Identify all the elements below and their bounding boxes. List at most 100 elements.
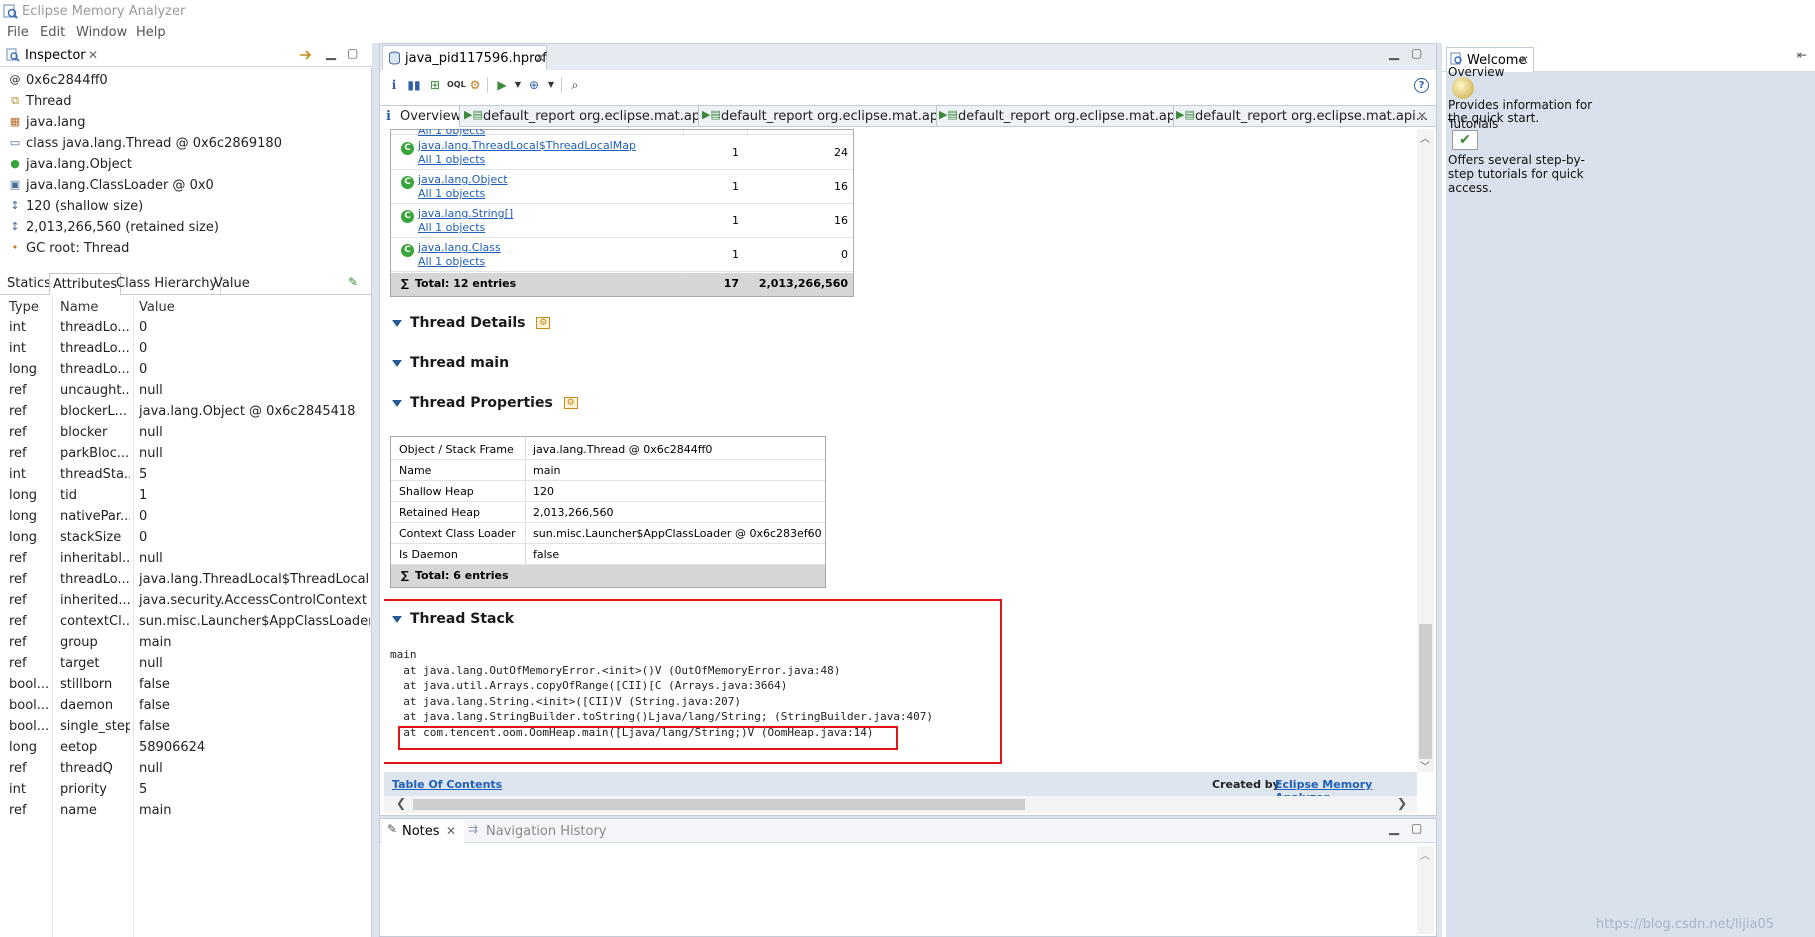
table-row[interactable]: C java.lang.Class All 1 objects 1 0 <box>391 238 853 272</box>
details-icon[interactable]: ⚙ <box>563 397 578 409</box>
dominator-tree-icon[interactable]: ⊞ <box>427 77 443 93</box>
report-vertical-scrollbar[interactable]: ︿ ﹀ <box>1417 129 1434 773</box>
chevron-down-icon[interactable]: ﹀ <box>1420 758 1430 773</box>
pin-icon[interactable]: ✎ <box>348 275 358 289</box>
oql-icon[interactable]: OQL <box>447 77 466 93</box>
run-report-icon[interactable]: ▶ <box>494 77 510 93</box>
report-tab-3[interactable]: ▶▤ default_report org.eclipse.mat.api... <box>937 106 1174 127</box>
maximize-icon[interactable]: ▢ <box>1411 46 1422 60</box>
close-icon[interactable]: ✕ <box>1519 53 1529 67</box>
inspector-package-row[interactable]: ▦ java.lang <box>8 112 86 132</box>
report-tab-1[interactable]: ▶▤ default_report org.eclipse.mat.api... <box>462 106 699 127</box>
table-row[interactable]: long threadLo... 0 <box>0 359 372 380</box>
tutorials-icon[interactable]: ✔ <box>1452 130 1478 150</box>
table-row[interactable]: int priority 5 <box>0 779 372 800</box>
overview-icon[interactable]: i <box>386 77 402 93</box>
query-browser-icon[interactable]: ⊕ <box>526 77 542 93</box>
table-row[interactable]: Retained Heap 2,013,266,560 <box>391 502 825 523</box>
table-row[interactable]: ref blocker null <box>0 422 372 443</box>
chevron-right-icon[interactable]: ❯ <box>1397 796 1407 810</box>
col-type[interactable]: Type <box>9 300 39 315</box>
thread-overview-icon[interactable]: ⚙ <box>467 77 483 93</box>
inspector-classloader-row[interactable]: ▣ java.lang.ClassLoader @ 0x0 <box>8 175 214 195</box>
welcome-item-title[interactable]: Overview <box>1448 65 1505 79</box>
menu-help[interactable]: Help <box>136 25 166 40</box>
tab-navigation-history[interactable]: Navigation History <box>486 824 607 839</box>
close-icon[interactable]: ✕ <box>1417 109 1427 123</box>
menu-file[interactable]: File <box>7 25 29 40</box>
inspector-thread-row[interactable]: ⧉ Thread <box>8 91 71 111</box>
table-row[interactable]: int threadLo... 0 <box>0 317 372 338</box>
tab-attributes[interactable]: Attributes <box>49 273 122 295</box>
table-row[interactable]: int threadLo... 0 <box>0 338 372 359</box>
table-row[interactable]: long nativePar... 0 <box>0 506 372 527</box>
minimize-icon[interactable]: ▁ <box>1389 821 1399 836</box>
inspector-tab-label[interactable]: Inspector <box>25 48 86 63</box>
table-row[interactable]: Name main <box>391 460 825 481</box>
table-row[interactable]: Is Daemon false <box>391 544 825 565</box>
col-name[interactable]: Name <box>60 300 98 315</box>
histogram-icon[interactable]: ▮▮ <box>406 77 422 93</box>
notes-text-area[interactable] <box>384 846 1415 934</box>
table-row[interactable]: Shallow Heap 120 <box>391 481 825 502</box>
editor-tab-hprof[interactable]: java_pid117596.hprof ✕ <box>382 45 547 70</box>
table-row[interactable]: ref parkBloc... null <box>0 443 372 464</box>
chevron-left-icon[interactable]: ❮ <box>396 796 406 810</box>
table-row[interactable]: long tid 1 <box>0 485 372 506</box>
tab-value[interactable]: Value <box>211 273 253 295</box>
table-row[interactable]: bool... single_step false <box>0 716 372 737</box>
search-icon[interactable]: ⌕ <box>567 77 583 93</box>
table-row[interactable]: ref uncaught... null <box>0 380 372 401</box>
close-icon[interactable]: ✕ <box>535 51 545 65</box>
table-row[interactable]: C java.lang.String[] All 1 objects 1 16 <box>391 204 853 238</box>
menu-window[interactable]: Window <box>76 25 127 40</box>
table-row[interactable]: ref contextCl... sun.misc.Launcher$AppClas… <box>0 611 372 632</box>
tab-statics[interactable]: Statics <box>4 273 55 295</box>
table-row[interactable]: ref target null <box>0 653 372 674</box>
maximize-icon[interactable]: ▢ <box>347 46 358 60</box>
chevron-down-icon[interactable]: ▼ <box>510 77 526 93</box>
inspector-address-row[interactable]: @0x6c2844ff0 <box>8 70 108 90</box>
link-with-editor-icon[interactable] <box>298 48 313 62</box>
table-row[interactable]: Object / Stack Frame java.lang.Thread @ 0… <box>391 439 825 460</box>
overview-bulb-icon[interactable] <box>1452 77 1474 99</box>
col-value[interactable]: Value <box>139 300 175 315</box>
welcome-item-title[interactable]: Tutorials <box>1448 117 1498 131</box>
report-tab-overview[interactable]: i Overview <box>380 106 460 127</box>
chevron-up-icon[interactable]: ︿ <box>1420 130 1430 145</box>
tab-class-hierarchy[interactable]: Class Hierarchy <box>113 273 222 295</box>
section-thread-properties[interactable]: Thread Properties ⚙ <box>392 395 578 411</box>
restore-icon[interactable]: ⇤ <box>1797 48 1807 62</box>
help-icon[interactable]: ? <box>1414 78 1429 93</box>
table-row[interactable]: Context Class Loader sun.misc.Launcher$Ap… <box>391 523 825 544</box>
table-row[interactable]: bool... daemon false <box>0 695 372 716</box>
scrollbar-thumb[interactable] <box>1419 624 1432 759</box>
table-row[interactable]: ref group main <box>0 632 372 653</box>
table-row[interactable]: long eetop 58906624 <box>0 737 372 758</box>
notes-scrollbar[interactable]: ︿ <box>1417 846 1434 934</box>
table-row[interactable]: ref blockerL... java.lang.Object @ 0x6c284… <box>0 401 372 422</box>
table-row[interactable]: long stackSize 0 <box>0 527 372 548</box>
chevron-up-icon[interactable]: ︿ <box>1420 847 1430 862</box>
table-row[interactable]: ref threadQ null <box>0 758 372 779</box>
menu-edit[interactable]: Edit <box>40 25 65 40</box>
table-row[interactable]: int threadSta... 5 <box>0 464 372 485</box>
details-icon[interactable]: ⚙ <box>536 317 551 329</box>
table-row[interactable]: ref name main <box>0 800 372 821</box>
close-icon[interactable]: ✕ <box>446 824 456 838</box>
table-row[interactable]: C java.lang.Object All 1 objects 1 16 <box>391 170 853 204</box>
inspector-superclass-row[interactable]: ● java.lang.Object <box>8 154 132 174</box>
maximize-icon[interactable]: ▢ <box>1411 821 1422 835</box>
tab-notes[interactable]: ✎ Notes ✕ <box>382 819 464 843</box>
table-row[interactable]: C java.lang.ThreadLocal$ThreadLocalMap A… <box>391 136 853 170</box>
table-row[interactable]: ref inherited... java.security.AccessContr… <box>0 590 372 611</box>
report-tab-4[interactable]: ▶▤ default_report org.eclipse.mat.api...… <box>1174 106 1436 127</box>
section-thread-main[interactable]: Thread main <box>392 355 509 371</box>
inspector-class-row[interactable]: ▭ class java.lang.Thread @ 0x6c2869180 <box>8 133 282 153</box>
report-tab-2[interactable]: ▶▤ default_report org.eclipse.mat.api... <box>700 106 937 127</box>
chevron-down-icon[interactable]: ▼ <box>543 77 559 93</box>
table-row[interactable]: ref inheritabl... null <box>0 548 372 569</box>
minimize-icon[interactable]: ▁ <box>326 46 336 61</box>
scrollbar-thumb[interactable] <box>413 799 1025 810</box>
minimize-icon[interactable]: ▁ <box>1389 46 1399 61</box>
